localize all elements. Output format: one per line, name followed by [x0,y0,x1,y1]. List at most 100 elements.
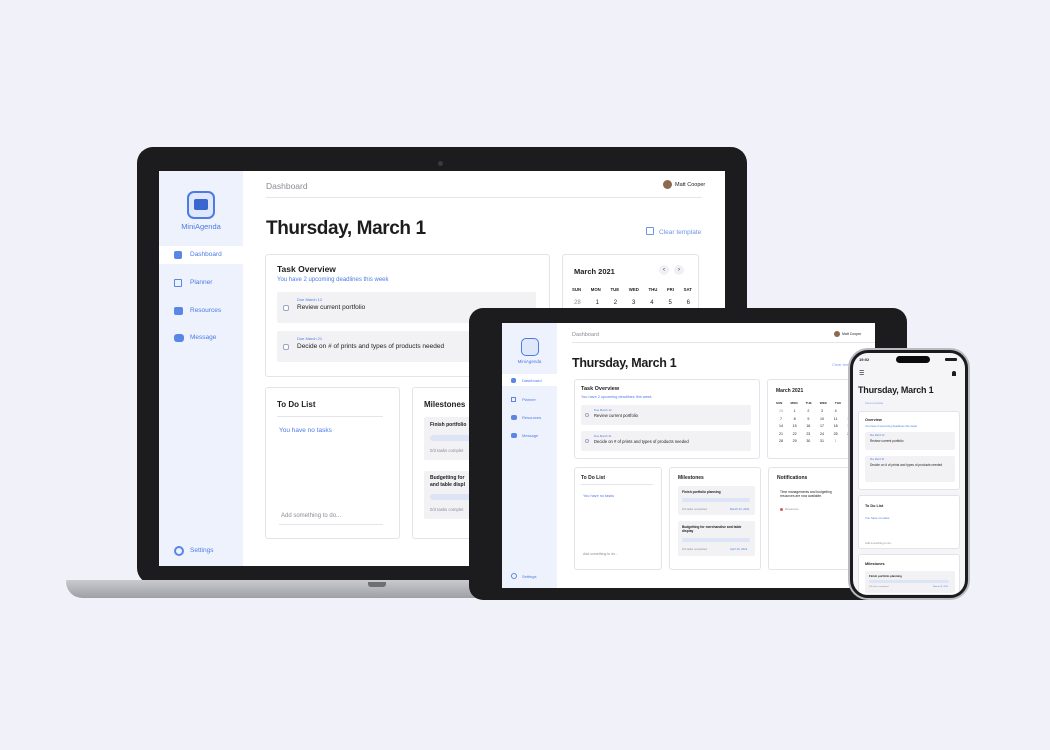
date-cell[interactable]: 1 [596,300,599,306]
webcam [438,161,443,166]
nav-item-planner[interactable]: Planner [159,274,243,292]
task-item[interactable]: Due March 12 Review current portfolio [865,432,955,450]
nav-item-planner[interactable]: Planner [502,393,557,405]
task-checkbox[interactable] [585,439,589,443]
date-cell[interactable]: 10 [818,417,826,425]
nav-item-resources[interactable]: Resources [159,302,243,320]
task-checkbox[interactable] [283,344,289,350]
calendar-month: March 2021 [776,388,804,394]
date-cell[interactable]: 23 [804,432,812,440]
date-cell[interactable]: 15 [791,424,799,432]
task-item[interactable]: Due March 12 Review current portfolio [581,405,751,425]
task-item[interactable]: Due March 21 Decide on # of prints and t… [581,431,751,451]
todo-input[interactable]: Add something to do... [583,552,618,556]
breadcrumb: Dashboard [266,181,308,191]
date-cell[interactable]: 22 [791,432,799,440]
app-name: MiniAgenda [181,222,221,231]
task-due: Due March 12 [297,297,323,302]
date-cell[interactable]: 17 [818,424,826,432]
avatar[interactable] [834,331,840,337]
task-title: Decide on # of prints and types of produ… [297,343,445,350]
date-cell[interactable]: 14 [777,424,785,432]
date-cell[interactable]: 16 [804,424,812,432]
date-cell[interactable]: 3 [818,409,826,417]
nav-item-settings[interactable]: Settings [159,542,243,560]
nav-item-settings[interactable]: Settings [502,570,557,582]
nav-item-message[interactable]: Message [502,429,557,441]
milestone-date: March 23, 2021 [933,586,949,588]
weekday: THU [648,287,658,292]
tablet-screen: MiniAgenda Dashboard Planner Resources M… [502,323,875,588]
todo-card: To Do List You have no tasks Add somethi… [858,495,960,549]
milestone-title: and table displ [430,482,466,488]
date-cell[interactable]: 1 [791,409,799,417]
date-cell[interactable]: 4 [650,300,653,306]
edit-icon[interactable] [646,227,654,235]
nav-item-resources[interactable]: Resources [502,411,557,423]
milestone-title: Finish portfolio planning [682,490,721,494]
nav-label: Dashboard [522,378,542,383]
gear-icon [511,573,517,579]
date-cell[interactable]: 28 [777,439,785,447]
date-cell[interactable]: 7 [777,417,785,425]
progress-bar [682,498,750,502]
task-checkbox[interactable] [283,305,289,311]
milestone-status: 0/3 tasks completed [869,586,889,588]
todo-card: To Do List You have no tasks Add somethi… [265,387,400,539]
milestone-title: Finish portfolio planning [869,574,902,578]
todo-input[interactable]: Add something to do... [281,513,341,519]
calendar-icon [511,397,516,402]
divider [581,484,653,485]
bell-icon[interactable] [952,371,956,376]
nav-item-dashboard[interactable]: Dashboard [159,246,243,264]
weekday: MON [590,287,601,292]
date-cell[interactable]: 28 [777,409,785,417]
date-cell[interactable]: 24 [818,432,826,440]
todo-empty: You have no tasks [583,494,614,498]
date-cell[interactable]: 1 [832,439,840,447]
date-cell[interactable]: 4 [832,409,840,417]
avatar[interactable] [663,180,672,189]
date-cell[interactable]: 21 [777,432,785,440]
menu-icon[interactable]: ☰ [859,370,864,377]
date-cell[interactable]: 2 [614,300,617,306]
card-title: To Do List [277,400,316,409]
nav-item-message[interactable]: Message [159,329,243,347]
date-cell[interactable]: 28 [574,300,581,306]
milestone-status: 0/3 tasks complet [430,448,464,453]
milestone-item[interactable]: Budgetting for merchandise and table dis… [678,521,755,556]
user-name[interactable]: Matt Cooper [675,182,705,188]
milestone-item[interactable]: Finish portfolio planning 0/3 tasks comp… [678,486,755,515]
date-cell[interactable]: 25 [832,432,840,440]
prev-month-button[interactable]: ‹ [659,265,669,275]
date-cell[interactable]: 2 [804,409,812,417]
date-cell[interactable]: 30 [804,439,812,447]
date-cell[interactable]: 6 [687,300,690,306]
date-cell[interactable]: 5 [668,300,671,306]
notification-item[interactable]: Time managements and budgetting resource… [777,486,855,516]
card-title: Notifications [777,475,808,481]
user-name[interactable]: Matt Cooper [842,332,861,336]
todo-input[interactable]: Add something to do... [865,541,893,545]
date-cell[interactable]: 8 [791,417,799,425]
clear-template-link[interactable]: Clear template [865,401,883,405]
next-month-button[interactable]: › [674,265,684,275]
phone-screen: 19:02 ☰ Thursday, March 1 Clear template… [853,353,965,595]
task-checkbox[interactable] [585,413,589,417]
notification-tag: Resources [785,507,799,511]
logo-icon [187,191,215,219]
date-cell[interactable]: 29 [791,439,799,447]
date-cell[interactable]: 3 [632,300,635,306]
milestone-item[interactable]: Finish portfolio planning 0/3 tasks comp… [865,571,955,593]
task-item[interactable]: Due March 21 Decide on # of prints and t… [865,456,955,482]
page-title: Thursday, March 1 [858,385,934,395]
clear-template-link[interactable]: Clear template [659,229,701,236]
date-cell[interactable]: 11 [832,417,840,425]
book-icon [174,307,183,315]
date-cell[interactable]: 9 [804,417,812,425]
date-cell[interactable]: 18 [832,424,840,432]
date-cell[interactable]: 31 [818,439,826,447]
task-title: Decide on # of prints and types of produ… [870,463,943,467]
nav-item-dashboard[interactable]: Dashboard [502,374,557,386]
gear-icon [174,546,184,556]
